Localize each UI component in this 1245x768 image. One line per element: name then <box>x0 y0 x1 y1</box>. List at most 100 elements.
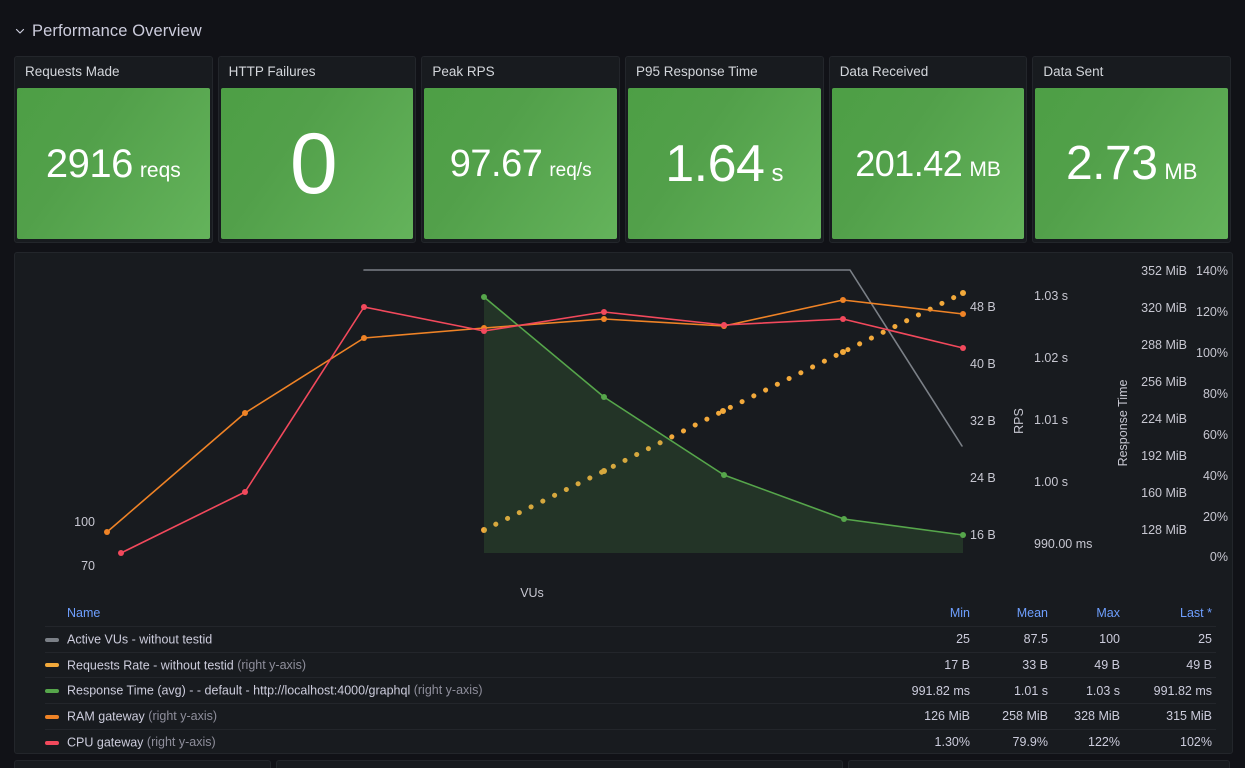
legend-max-cell: 122% <box>1052 728 1124 751</box>
ram-axis-tick: 128 MiB <box>1141 523 1187 537</box>
legend-min-cell: 17 B <box>882 651 974 678</box>
series-response <box>481 294 966 553</box>
stat-panel-p95-response-time[interactable]: P95 Response Time 1.64 s <box>625 56 824 243</box>
stat-value-area: 0 <box>220 88 414 239</box>
response-time-axis-tick: 1.00 s <box>1034 475 1068 489</box>
series-axis-note: (right y-axis) <box>233 657 306 672</box>
panel-title: Peak RPS <box>422 57 620 87</box>
cpu-axis-tick: 0% <box>1210 550 1228 564</box>
row-header-performance-overview[interactable]: Performance Overview <box>14 18 202 44</box>
stat-value: 0 <box>289 115 338 212</box>
legend-col-max[interactable]: Max <box>1052 601 1124 627</box>
series-color-swatch-icon[interactable] <box>45 714 59 719</box>
series-name-label: Active VUs - without testid <box>67 632 213 647</box>
cpu-axis-tick: 60% <box>1203 428 1228 442</box>
series-data-point <box>481 294 487 300</box>
stat-panel-peak-rps[interactable]: Peak RPS 97.67 req/s <box>421 56 621 243</box>
vus-axis-tick: 70 <box>81 559 95 573</box>
series-name-label: Requests Rate - without testid <box>67 658 234 673</box>
legend-col-mean[interactable]: Mean <box>974 601 1052 627</box>
row-title: Performance Overview <box>32 21 202 40</box>
series-data-point <box>481 328 487 334</box>
stat-unit: req/s <box>549 159 592 181</box>
series-active <box>363 269 963 447</box>
panel-title: HTTP Failures <box>218 57 416 87</box>
series-name-label: RAM gateway <box>67 709 145 724</box>
legend-series-name-cell[interactable]: Active VUs - without testid <box>45 626 882 653</box>
legend-row[interactable]: Requests Rate - without testid (right y-… <box>45 651 1216 678</box>
legend-series-name-cell[interactable]: Requests Rate - without testid (right y-… <box>45 651 882 678</box>
series-color-swatch-icon[interactable] <box>45 689 59 694</box>
stat-value-area: 201.42 MB <box>831 88 1025 239</box>
legend-row[interactable]: RAM gateway (right y-axis) 126 MiB 258 MiB… <box>45 703 1216 730</box>
stat-value: 1.64 <box>665 134 765 193</box>
panel-placeholder-center[interactable] <box>276 760 843 768</box>
cpu-axis-tick: 120% <box>1196 305 1228 319</box>
series-data-point <box>840 316 846 322</box>
legend-row[interactable]: Active VUs - without testid 25 87.5 100 25 <box>45 626 1216 653</box>
legend-min-cell: 991.82 ms <box>882 677 974 704</box>
legend-series-name-cell[interactable]: CPU gateway (right y-axis) <box>45 728 882 751</box>
stat-value-area: 2916 reqs <box>17 88 210 239</box>
legend-row[interactable]: CPU gateway (right y-axis) 1.30% 79.9% 122%… <box>45 728 1216 751</box>
stat-value: 2916 <box>45 141 133 186</box>
panel-placeholder-right[interactable] <box>848 760 1230 768</box>
series-color-swatch-icon[interactable] <box>45 637 59 642</box>
legend-max-cell: 100 <box>1052 626 1124 653</box>
series-layer <box>104 269 966 556</box>
rps-axis-tick: 24 B <box>970 471 996 485</box>
stat-panel-http-failures[interactable]: HTTP Failures 0 <box>217 56 417 243</box>
legend-max-cell: 1.03 s <box>1052 677 1124 704</box>
stat-value-area: 97.67 req/s <box>424 88 618 239</box>
series-data-point <box>720 408 726 414</box>
series-data-point <box>601 309 607 315</box>
cpu-axis-tick: 20% <box>1203 510 1228 524</box>
stat-value-area: 1.64 s <box>628 88 821 239</box>
ram-axis-tick: 224 MiB <box>1141 412 1187 426</box>
cpu-axis-tick: 40% <box>1203 469 1228 483</box>
legend-table: Name Min Mean Max Last * Active VUs - wi… <box>45 601 1216 751</box>
timeseries-chart[interactable]: 1007050302010VUs13:04:3013:04:3513:04:40… <box>15 253 1230 601</box>
legend-col-last[interactable]: Last * <box>1124 601 1216 627</box>
stat-unit: MB <box>1164 158 1198 184</box>
stat-panel-data-received[interactable]: Data Received 201.42 MB <box>828 56 1028 243</box>
legend-last-cell: 49 B <box>1124 651 1216 678</box>
series-data-point <box>361 335 367 341</box>
panel-placeholder-left[interactable] <box>14 760 271 768</box>
ram-axis-tick: 256 MiB <box>1141 375 1187 389</box>
stat-value-area: 2.73 MB <box>1035 88 1229 239</box>
legend-last-cell: 315 MiB <box>1124 703 1216 730</box>
series-color-swatch-icon[interactable] <box>45 740 59 745</box>
chevron-down-icon[interactable] <box>14 25 26 37</box>
legend-series-name-cell[interactable]: Response Time (avg) - - default - http:/… <box>45 677 882 704</box>
series-data-point <box>601 316 607 322</box>
response-time-axis-label: Response Time <box>1116 380 1130 467</box>
stat-panel-data-sent[interactable]: Data Sent 2.73 MB <box>1032 56 1232 243</box>
legend-col-min[interactable]: Min <box>882 601 974 627</box>
series-axis-note: (right y-axis) <box>144 709 218 724</box>
plot-area[interactable]: 1007050302010VUs13:04:3013:04:3513:04:40… <box>15 253 1230 601</box>
series-data-point <box>960 345 966 351</box>
response-time-axis-tick: 990.00 ms <box>1034 537 1092 551</box>
legend-col-name[interactable]: Name <box>45 601 882 627</box>
legend-row[interactable]: Response Time (avg) - - default - http:/… <box>45 677 1216 704</box>
series-data-point <box>721 322 727 328</box>
legend-table-container[interactable]: Name Min Mean Max Last * Active VUs - wi… <box>15 601 1230 751</box>
panel-title: Data Sent <box>1033 57 1231 87</box>
legend-mean-cell: 1.01 s <box>974 677 1052 704</box>
timeseries-panel[interactable]: 1007050302010VUs13:04:3013:04:3513:04:40… <box>14 252 1233 754</box>
legend-max-cell: 328 MiB <box>1052 703 1124 730</box>
series-name-label: Response Time (avg) - - default - http:/… <box>67 684 411 699</box>
legend-series-name-cell[interactable]: RAM gateway (right y-axis) <box>45 703 882 730</box>
series-line <box>363 269 963 447</box>
series-name-label: CPU gateway <box>67 735 144 750</box>
series-data-point <box>840 297 846 303</box>
legend-mean-cell: 33 B <box>974 651 1052 678</box>
series-data-point <box>840 349 846 355</box>
stat-panel-row: Requests Made 2916 reqs HTTP Failures 0 … <box>14 56 1232 243</box>
series-color-swatch-icon[interactable] <box>45 663 59 668</box>
stat-value: 2.73 <box>1065 136 1158 190</box>
stat-panel-requests-made[interactable]: Requests Made 2916 reqs <box>14 56 213 243</box>
ram-axis-tick: 320 MiB <box>1141 301 1187 315</box>
series-data-point <box>361 304 367 310</box>
